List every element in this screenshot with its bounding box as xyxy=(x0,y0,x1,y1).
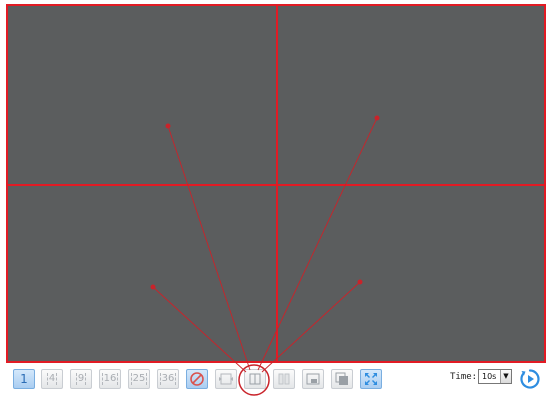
video-pane-2[interactable] xyxy=(278,6,544,184)
fullscreen-icon xyxy=(365,373,377,385)
layout-25-label: 25 xyxy=(130,373,148,385)
swap-channels-button[interactable] xyxy=(215,369,237,389)
video-pane-4[interactable] xyxy=(278,186,544,361)
dual-view-icon xyxy=(278,373,290,385)
video-pane-1[interactable] xyxy=(8,6,276,184)
time-interval-value: 10s xyxy=(482,372,497,381)
toolbar: 1 4 9 16 25 36 Time: 10s ▼ xyxy=(6,364,546,396)
layout-9-label: 9 xyxy=(75,373,87,385)
single-view-icon xyxy=(249,373,261,385)
camera-viewer: 1 4 9 16 25 36 Time: 10s ▼ xyxy=(0,0,550,401)
layout-36-label: 36 xyxy=(159,373,177,385)
layout-4-button[interactable]: 4 xyxy=(41,369,63,389)
picture-in-picture-icon xyxy=(306,373,320,385)
layout-16-label: 16 xyxy=(101,373,119,385)
video-pane-3[interactable] xyxy=(8,186,276,361)
overlay-view-icon xyxy=(335,372,348,385)
layout-25-button[interactable]: 25 xyxy=(128,369,150,389)
play-sequence-icon xyxy=(520,369,540,389)
single-view-button[interactable] xyxy=(244,369,266,389)
pane-divider-horizontal xyxy=(8,184,544,186)
chevron-down-icon: ▼ xyxy=(500,370,511,383)
fullscreen-button[interactable] xyxy=(360,369,382,389)
stop-all-button[interactable] xyxy=(186,369,208,389)
time-label: Time: xyxy=(450,372,478,382)
swap-channels-icon xyxy=(219,373,233,385)
video-grid xyxy=(6,4,546,363)
overlay-view-button[interactable] xyxy=(331,369,353,389)
stop-all-icon xyxy=(190,372,204,386)
time-interval-select[interactable]: 10s ▼ xyxy=(478,369,512,384)
layout-4-label: 4 xyxy=(46,373,58,385)
layout-36-button[interactable]: 36 xyxy=(157,369,179,389)
play-sequence-button[interactable] xyxy=(519,368,541,390)
layout-9-button[interactable]: 9 xyxy=(70,369,92,389)
layout-16-button[interactable]: 16 xyxy=(99,369,121,389)
dual-view-button[interactable] xyxy=(273,369,295,389)
picture-in-picture-button[interactable] xyxy=(302,369,324,389)
layout-1-button[interactable]: 1 xyxy=(13,369,35,389)
